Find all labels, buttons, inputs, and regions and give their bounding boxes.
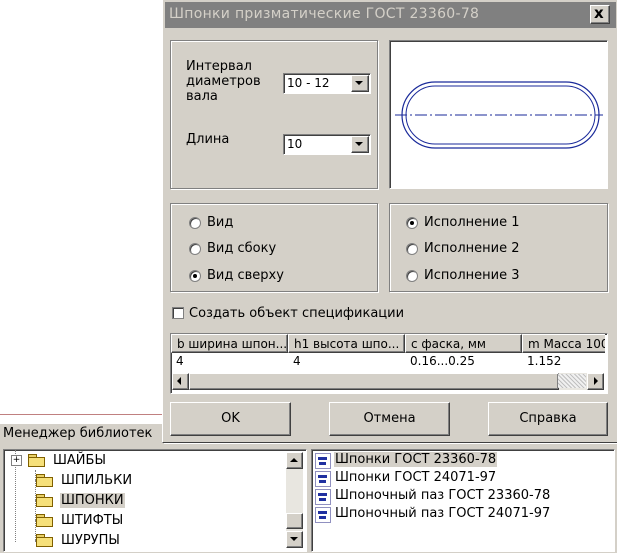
folder-icon	[36, 534, 53, 547]
list-item[interactable]: Шпонки ГОСТ 23360-78	[315, 451, 605, 469]
list-item-label: Шпоночный паз ГОСТ 23360-78	[335, 488, 551, 503]
scroll-left-button[interactable]	[172, 373, 189, 390]
checkbox-label: Создать объект спецификации	[189, 306, 405, 321]
tree-item-label: ШУРУПЫ	[61, 533, 120, 548]
keyway-library-icon	[315, 507, 331, 523]
library-manager-title: Менеджер библиотек	[3, 426, 153, 441]
folder-icon	[28, 454, 45, 467]
checkbox-box[interactable]	[172, 307, 184, 319]
keys-dialog: Шпонки призматические ГОСТ 23360-78 x Ин…	[162, 0, 617, 443]
ok-button-label: OK	[221, 411, 240, 426]
radio-circle	[189, 217, 201, 229]
table-cell[interactable]: 1.152	[527, 354, 561, 368]
tree-item-label: ШПИЛЬКИ	[61, 473, 133, 488]
cancel-button-label: Отмена	[363, 411, 416, 426]
table-horizontal-scrollbar[interactable]	[172, 373, 604, 390]
column-header[interactable]: b ширина шпон...	[171, 334, 288, 353]
key-library-icon	[315, 453, 331, 469]
scroll-up-button[interactable]	[286, 452, 303, 469]
list-item-label: Шпоночный паз ГОСТ 24071-97	[335, 506, 551, 521]
interval-select[interactable]: 10 - 12	[283, 73, 371, 94]
column-header[interactable]: c фаска, мм	[405, 334, 522, 353]
arrow-left-icon	[177, 377, 181, 385]
keyway-library-icon	[315, 489, 331, 505]
list-item[interactable]: Шпоночный паз ГОСТ 23360-78	[315, 487, 605, 505]
dialog-title: Шпонки призматические ГОСТ 23360-78	[169, 6, 480, 22]
tree-item-label: ШАЙБЫ	[53, 453, 106, 468]
divider-line	[0, 414, 164, 415]
tree-item-shtifty[interactable]: ШТИФТЫ	[12, 510, 292, 530]
radio-label: Вид	[207, 215, 234, 230]
cancel-button[interactable]: Отмена	[329, 402, 450, 436]
radio-label: Исполнение 2	[424, 241, 520, 256]
interval-label: Интервал диаметров вала	[186, 59, 261, 104]
table-header: b ширина шпон... h1 высота шпо... c фаск…	[171, 334, 605, 353]
column-header[interactable]: h1 высота шпо...	[288, 334, 405, 353]
close-icon: x	[594, 4, 604, 22]
table-cell[interactable]: 4	[293, 354, 301, 368]
folder-icon	[36, 474, 53, 487]
table-cell[interactable]: 0.16...0.25	[410, 354, 475, 368]
tree-item-shpilki[interactable]: ШПИЛЬКИ	[12, 470, 292, 490]
tree-item-shaiby[interactable]: + ШАЙБЫ	[4, 450, 284, 470]
dialog-titlebar[interactable]: Шпонки призматические ГОСТ 23360-78 x	[165, 2, 616, 28]
parameters-table[interactable]: b ширина шпон... h1 высота шпо... c фаск…	[170, 333, 608, 394]
length-select[interactable]: 10	[283, 134, 371, 155]
folder-open-icon	[36, 494, 53, 507]
list-item[interactable]: Шпонки ГОСТ 24071-97	[315, 469, 605, 487]
parameters-group: Интервал диаметров вала 10 - 12 Длина 10	[170, 40, 378, 189]
key-top-view-drawing	[395, 81, 603, 149]
execution-group: Исполнение 1 Исполнение 2 Исполнение 3	[389, 203, 608, 292]
tree-item-label: ШПОНКИ	[60, 493, 125, 508]
expand-icon[interactable]: +	[11, 455, 22, 466]
chevron-down-icon	[355, 142, 363, 146]
table-cell[interactable]: 4	[176, 354, 184, 368]
radio-label: Исполнение 1	[424, 215, 520, 230]
help-button-label: Справка	[519, 411, 577, 426]
list-item-label: Шпонки ГОСТ 24071-97	[335, 470, 497, 485]
column-header[interactable]: m Масса 100	[522, 334, 605, 353]
list-item[interactable]: Шпоночный паз ГОСТ 24071-97	[315, 505, 605, 523]
scroll-track[interactable]	[558, 374, 586, 388]
arrow-up-icon	[290, 458, 298, 462]
tree-vertical-scrollbar[interactable]	[286, 452, 303, 548]
dropdown-button[interactable]	[351, 136, 369, 153]
library-tree[interactable]: + ШАЙБЫ ШПИЛЬКИ ШПОНКИ ШТИФТЫ ШУРУПЫ	[3, 449, 307, 552]
scroll-down-button[interactable]	[286, 531, 303, 548]
chevron-down-icon	[355, 81, 363, 85]
radio-label: Вид сверху	[207, 268, 284, 283]
help-button[interactable]: Справка	[488, 402, 608, 436]
interval-value: 10 - 12	[287, 76, 330, 90]
radio-circle	[189, 243, 201, 255]
scroll-thumb[interactable]	[286, 513, 303, 529]
dropdown-button[interactable]	[351, 75, 369, 92]
library-items-list[interactable]: Шпонки ГОСТ 23360-78 Шпонки ГОСТ 24071-9…	[311, 449, 615, 552]
view-group: Вид Вид сбоку Вид сверху	[170, 203, 378, 292]
library-manager-header: Менеджер библиотек	[0, 423, 164, 445]
arrow-down-icon	[290, 537, 298, 541]
length-label: Длина	[186, 132, 230, 147]
tree-item-shurupy[interactable]: ШУРУПЫ	[12, 530, 292, 550]
scroll-thumb[interactable]	[189, 373, 559, 390]
close-button[interactable]: x	[590, 4, 610, 24]
radio-circle	[406, 243, 418, 255]
key-preview	[389, 40, 608, 189]
radio-circle	[406, 270, 418, 282]
length-value: 10	[287, 137, 303, 151]
key-library-icon	[315, 471, 331, 487]
radio-label: Вид сбоку	[207, 241, 277, 256]
radio-circle	[406, 217, 418, 229]
radio-circle	[189, 270, 201, 282]
list-item-label: Шпонки ГОСТ 23360-78	[334, 452, 498, 467]
radio-label: Исполнение 3	[424, 268, 520, 283]
arrow-right-icon	[594, 377, 598, 385]
ok-button[interactable]: OK	[170, 402, 291, 436]
tree-item-label: ШТИФТЫ	[61, 513, 124, 528]
scroll-right-button[interactable]	[587, 373, 604, 390]
folder-icon	[36, 514, 53, 527]
tree-item-shponki[interactable]: ШПОНКИ	[12, 490, 292, 510]
